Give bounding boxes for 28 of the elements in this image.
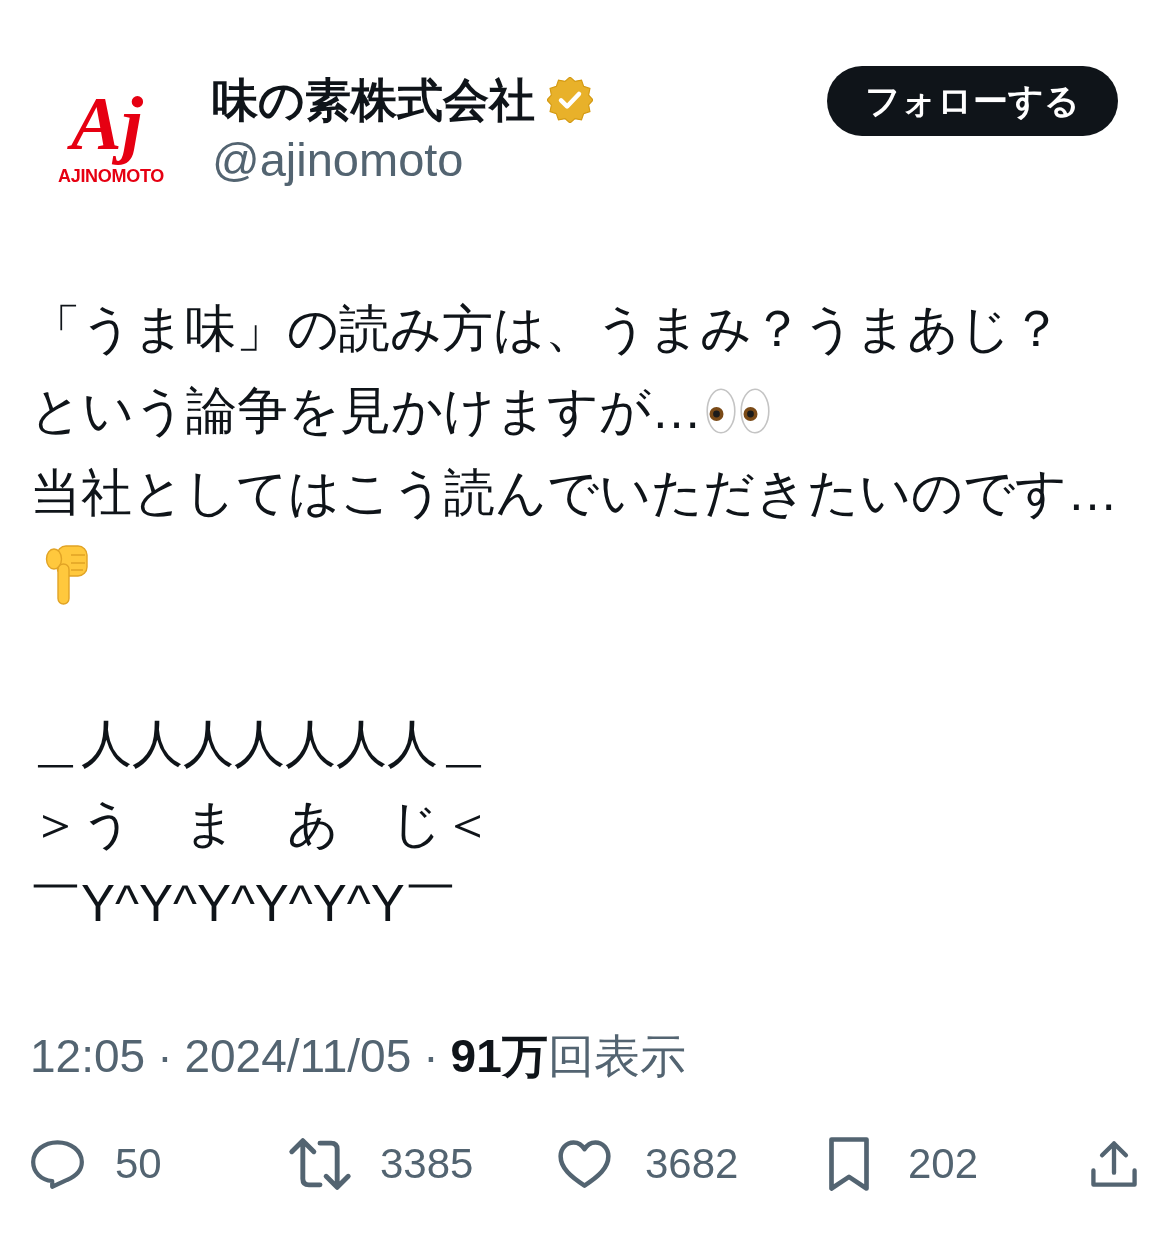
view-count[interactable]: 91万回表示 — [450, 1026, 686, 1086]
bookmark-icon — [828, 1136, 870, 1192]
share-icon — [1088, 1138, 1140, 1190]
ascii-art-text: ￣Y^Y^Y^Y^Y^Y￣ — [30, 874, 456, 934]
follow-button[interactable]: フォローする — [827, 66, 1118, 136]
repost-arrows-icon — [288, 1137, 352, 1191]
heart-icon — [557, 1139, 612, 1189]
ascii-art-text: ＿人人人人人人人＿ — [30, 714, 489, 774]
post-text: 「うま味」の読み方は、うまみ？うまあじ？ — [30, 299, 1062, 359]
like-button[interactable]: 3682 — [557, 1136, 739, 1192]
logo-letters: Aj — [63, 81, 159, 165]
post-time[interactable]: 12:05 — [30, 1026, 146, 1086]
separator-dot: · — [423, 1029, 439, 1084]
ascii-art-text: ＞う ま あ じ＜ — [30, 794, 493, 854]
speech-bubble-icon — [30, 1138, 85, 1190]
repost-button[interactable]: 3385 — [288, 1136, 474, 1192]
separator-dot: · — [157, 1029, 173, 1084]
post-text: 当社としてはこう読んでいただきたいのです… — [30, 463, 1118, 523]
display-name[interactable]: 味の素株式会社 — [212, 72, 535, 128]
post-date[interactable]: 2024/11/05 — [184, 1026, 412, 1086]
share-button[interactable] — [1088, 1138, 1140, 1190]
eyes-emoji-icon — [706, 388, 770, 434]
user-handle[interactable]: @ajinomoto — [212, 132, 464, 188]
reply-button[interactable]: 50 — [30, 1136, 162, 1192]
bookmark-button[interactable]: 202 — [828, 1136, 979, 1192]
logo-wordmark: AJINOMOTO — [58, 165, 164, 187]
pointing-down-emoji-icon — [44, 544, 90, 606]
post-text: という論争を見かけますが… — [30, 381, 702, 441]
